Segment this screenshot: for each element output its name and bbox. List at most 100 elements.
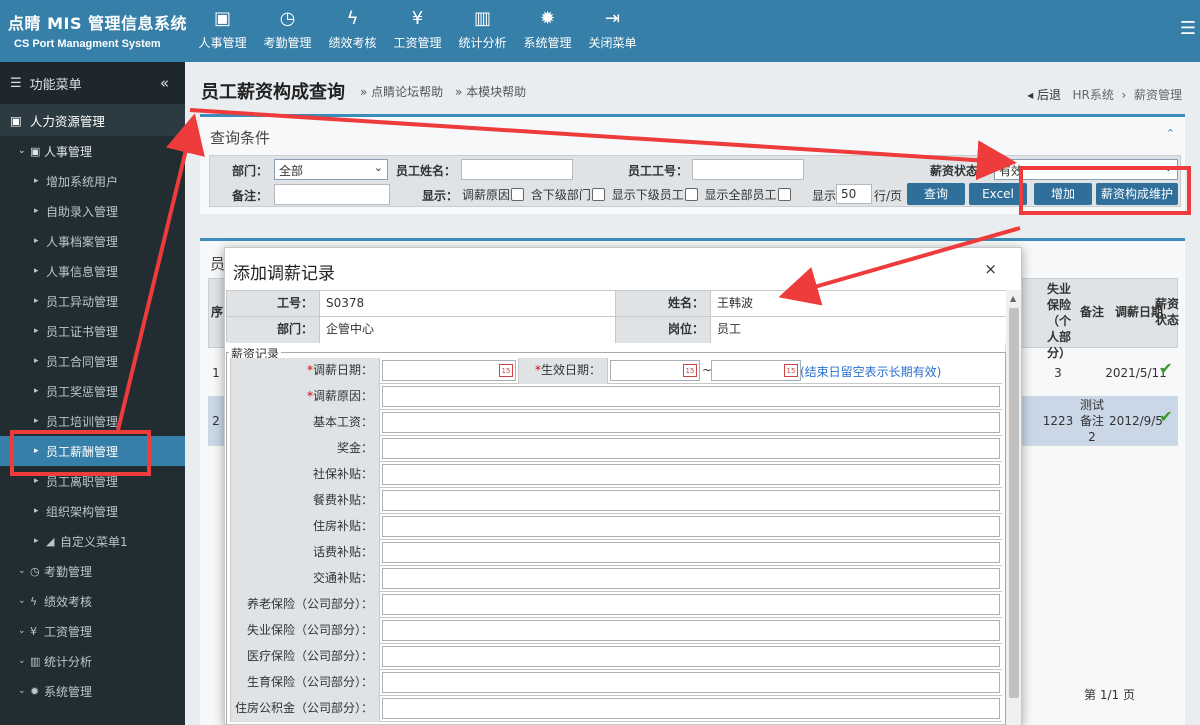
housing-allowance-input[interactable] bbox=[382, 516, 1000, 537]
page-size-post: 行/页 bbox=[874, 189, 903, 203]
caret-right-icon: ▸ bbox=[34, 206, 39, 216]
field-base: 基本工资： bbox=[230, 410, 1002, 436]
date-row: *调薪日期： 15 *生效日期： 15 ~ 15 (结束日留空表示长期有效) bbox=[230, 358, 1002, 384]
dept-value: 企管中心 bbox=[320, 317, 616, 343]
reason-checkbox[interactable] bbox=[511, 188, 525, 201]
adj-date-input[interactable]: 15 bbox=[382, 360, 516, 381]
maternity-input[interactable] bbox=[382, 672, 1000, 693]
all-staff-checkbox[interactable] bbox=[777, 188, 791, 201]
nav-system[interactable]: ✹ 系统管理 bbox=[515, 8, 580, 51]
sidebar-item[interactable]: ▸ 员工异动管理 bbox=[0, 286, 185, 316]
field-fund: 住房公积金（公司部分）： bbox=[230, 696, 1002, 722]
unemployment-input[interactable] bbox=[382, 620, 1000, 641]
sidebar-group-salary[interactable]: ⌄ ¥ 工资管理 bbox=[0, 616, 185, 646]
sidebar-group-personnel[interactable]: ⌄ ▣ 人事管理 bbox=[0, 136, 185, 166]
sidebar-section-hr[interactable]: ▣ 人力资源管理 bbox=[0, 104, 185, 136]
transport-allowance-input[interactable] bbox=[382, 568, 1000, 589]
caret-right-icon: ▸ bbox=[34, 266, 39, 276]
social-allowance-input[interactable] bbox=[382, 464, 1000, 485]
sidebar-item[interactable]: ▸ 员工奖惩管理 bbox=[0, 376, 185, 406]
sidebar-item[interactable]: ▸ 员工合同管理 bbox=[0, 346, 185, 376]
nav-performance[interactable]: ϟ 绩效考核 bbox=[320, 8, 385, 51]
back-link[interactable]: ◂ 后退 bbox=[1027, 88, 1061, 102]
nav-hr[interactable]: ▣ 人事管理 bbox=[190, 8, 255, 51]
meal-allowance-input[interactable] bbox=[382, 490, 1000, 511]
eff-date-end-input[interactable]: 15 bbox=[711, 360, 801, 381]
bonus-input[interactable] bbox=[382, 438, 1000, 459]
module-help-link[interactable]: » 本模块帮助 bbox=[455, 85, 526, 99]
id-card-icon: ▣ bbox=[10, 112, 22, 128]
name-label: 员工姓名： bbox=[396, 164, 457, 178]
check-icon: ✔ bbox=[1159, 407, 1173, 426]
sub-dept-checkbox[interactable] bbox=[591, 188, 605, 201]
chevron-down-icon: ⌄ bbox=[18, 626, 26, 636]
forum-help-link[interactable]: » 点睛论坛帮助 bbox=[360, 85, 443, 99]
chevron-down-icon: ⌄ bbox=[18, 566, 26, 576]
app-title: 点睛 MIS 管理信息系统 bbox=[8, 14, 188, 33]
clock-icon: ◷ bbox=[279, 8, 296, 29]
scroll-up-icon[interactable]: ▲ bbox=[1010, 294, 1016, 303]
caret-right-icon: ▸ bbox=[34, 176, 39, 186]
housing-fund-input[interactable] bbox=[382, 698, 1000, 719]
code-label: 员工工号： bbox=[628, 164, 689, 178]
query-button[interactable]: 查询 bbox=[907, 183, 965, 205]
sidebar-group-attendance[interactable]: ⌄ ◷ 考勤管理 bbox=[0, 556, 185, 586]
sidebar: ☰ 功能菜单 « ▣ 人力资源管理 ⌄ ▣ 人事管理 ▸ 增加系统用户 ▸ 自助录入管理 … bbox=[0, 62, 185, 725]
eff-date-label: *生效日期： bbox=[518, 358, 608, 384]
calendar-icon[interactable]: 15 bbox=[784, 364, 798, 377]
code-input[interactable] bbox=[692, 159, 804, 180]
sidebar-item[interactable]: ▸ 自助录入管理 bbox=[0, 196, 185, 226]
pension-input[interactable] bbox=[382, 594, 1000, 615]
nav-attendance[interactable]: ◷ 考勤管理 bbox=[255, 8, 320, 51]
calendar-icon[interactable]: 15 bbox=[683, 364, 697, 377]
calendar-icon[interactable]: 15 bbox=[499, 364, 513, 377]
field-social: 社保补贴： bbox=[230, 462, 1002, 488]
sliders-icon[interactable]: ☰ bbox=[1180, 18, 1196, 39]
phone-allowance-input[interactable] bbox=[382, 542, 1000, 563]
dept-label: 部门： bbox=[227, 317, 320, 343]
scroll-thumb[interactable] bbox=[1009, 308, 1019, 698]
base-salary-input[interactable] bbox=[382, 412, 1000, 433]
collapse-icon[interactable]: « bbox=[160, 74, 169, 92]
dialog-scrollbar[interactable]: ▲ bbox=[1005, 290, 1021, 725]
nav-close-menu[interactable]: ⇥ 关闭菜单 bbox=[580, 8, 645, 51]
list-title: 员 bbox=[210, 255, 226, 273]
bar-chart-icon: ▥ bbox=[473, 8, 491, 29]
sub-staff-checkbox[interactable] bbox=[684, 188, 698, 201]
col-seq: 序 bbox=[210, 305, 223, 319]
close-icon[interactable]: × bbox=[984, 260, 997, 278]
brand: 点睛 MIS 管理信息系统 CS Port Managment System bbox=[8, 10, 188, 50]
page-size-input[interactable]: 50 bbox=[836, 184, 872, 204]
eff-date-start-input[interactable]: 15 bbox=[610, 360, 700, 381]
name-input[interactable] bbox=[461, 159, 573, 180]
sidebar-item[interactable]: ▸ 组织架构管理 bbox=[0, 496, 185, 526]
sidebar-item[interactable]: ▸ ◢ 自定义菜单1 bbox=[0, 526, 185, 556]
yen-icon: ¥ bbox=[30, 624, 37, 638]
sidebar-group-performance[interactable]: ⌄ ϟ 绩效考核 bbox=[0, 586, 185, 616]
sidebar-item[interactable]: ▸ 人事档案管理 bbox=[0, 226, 185, 256]
post-label: 岗位： bbox=[616, 317, 711, 343]
nav-statistics[interactable]: ▥ 统计分析 bbox=[450, 8, 515, 51]
sign-out-icon: ⇥ bbox=[604, 8, 621, 29]
col-status: 薪资状态 bbox=[1154, 297, 1179, 327]
sidebar-item[interactable]: ▸ 增加系统用户 bbox=[0, 166, 185, 196]
dept-label: 部门： bbox=[232, 164, 269, 178]
caret-right-icon: ▸ bbox=[34, 356, 39, 366]
medical-input[interactable] bbox=[382, 646, 1000, 667]
sidebar-item[interactable]: ▸ 人事信息管理 bbox=[0, 256, 185, 286]
breadcrumb-hr[interactable]: HR系统 bbox=[1073, 88, 1114, 102]
collapse-up-icon[interactable]: ⌃ bbox=[1166, 127, 1175, 140]
field-pension: 养老保险（公司部分）： bbox=[230, 592, 1002, 618]
remark-input[interactable] bbox=[274, 184, 390, 205]
dept-select[interactable]: 全部 ⌄ bbox=[274, 159, 388, 180]
name-label: 姓名： bbox=[616, 291, 711, 317]
chevron-down-icon: ⌄ bbox=[373, 161, 383, 174]
sidebar-group-system[interactable]: ⌄ ✹ 系统管理 bbox=[0, 676, 185, 706]
bolt-icon: ϟ bbox=[346, 8, 359, 29]
reason-input[interactable] bbox=[382, 386, 1000, 407]
sidebar-item[interactable]: ▸ 员工证书管理 bbox=[0, 316, 185, 346]
nav-salary[interactable]: ¥ 工资管理 bbox=[385, 8, 450, 51]
gear-icon: ✹ bbox=[539, 8, 556, 29]
caret-right-icon: ▸ bbox=[34, 416, 39, 426]
sidebar-group-statistics[interactable]: ⌄ ▥ 统计分析 bbox=[0, 646, 185, 676]
